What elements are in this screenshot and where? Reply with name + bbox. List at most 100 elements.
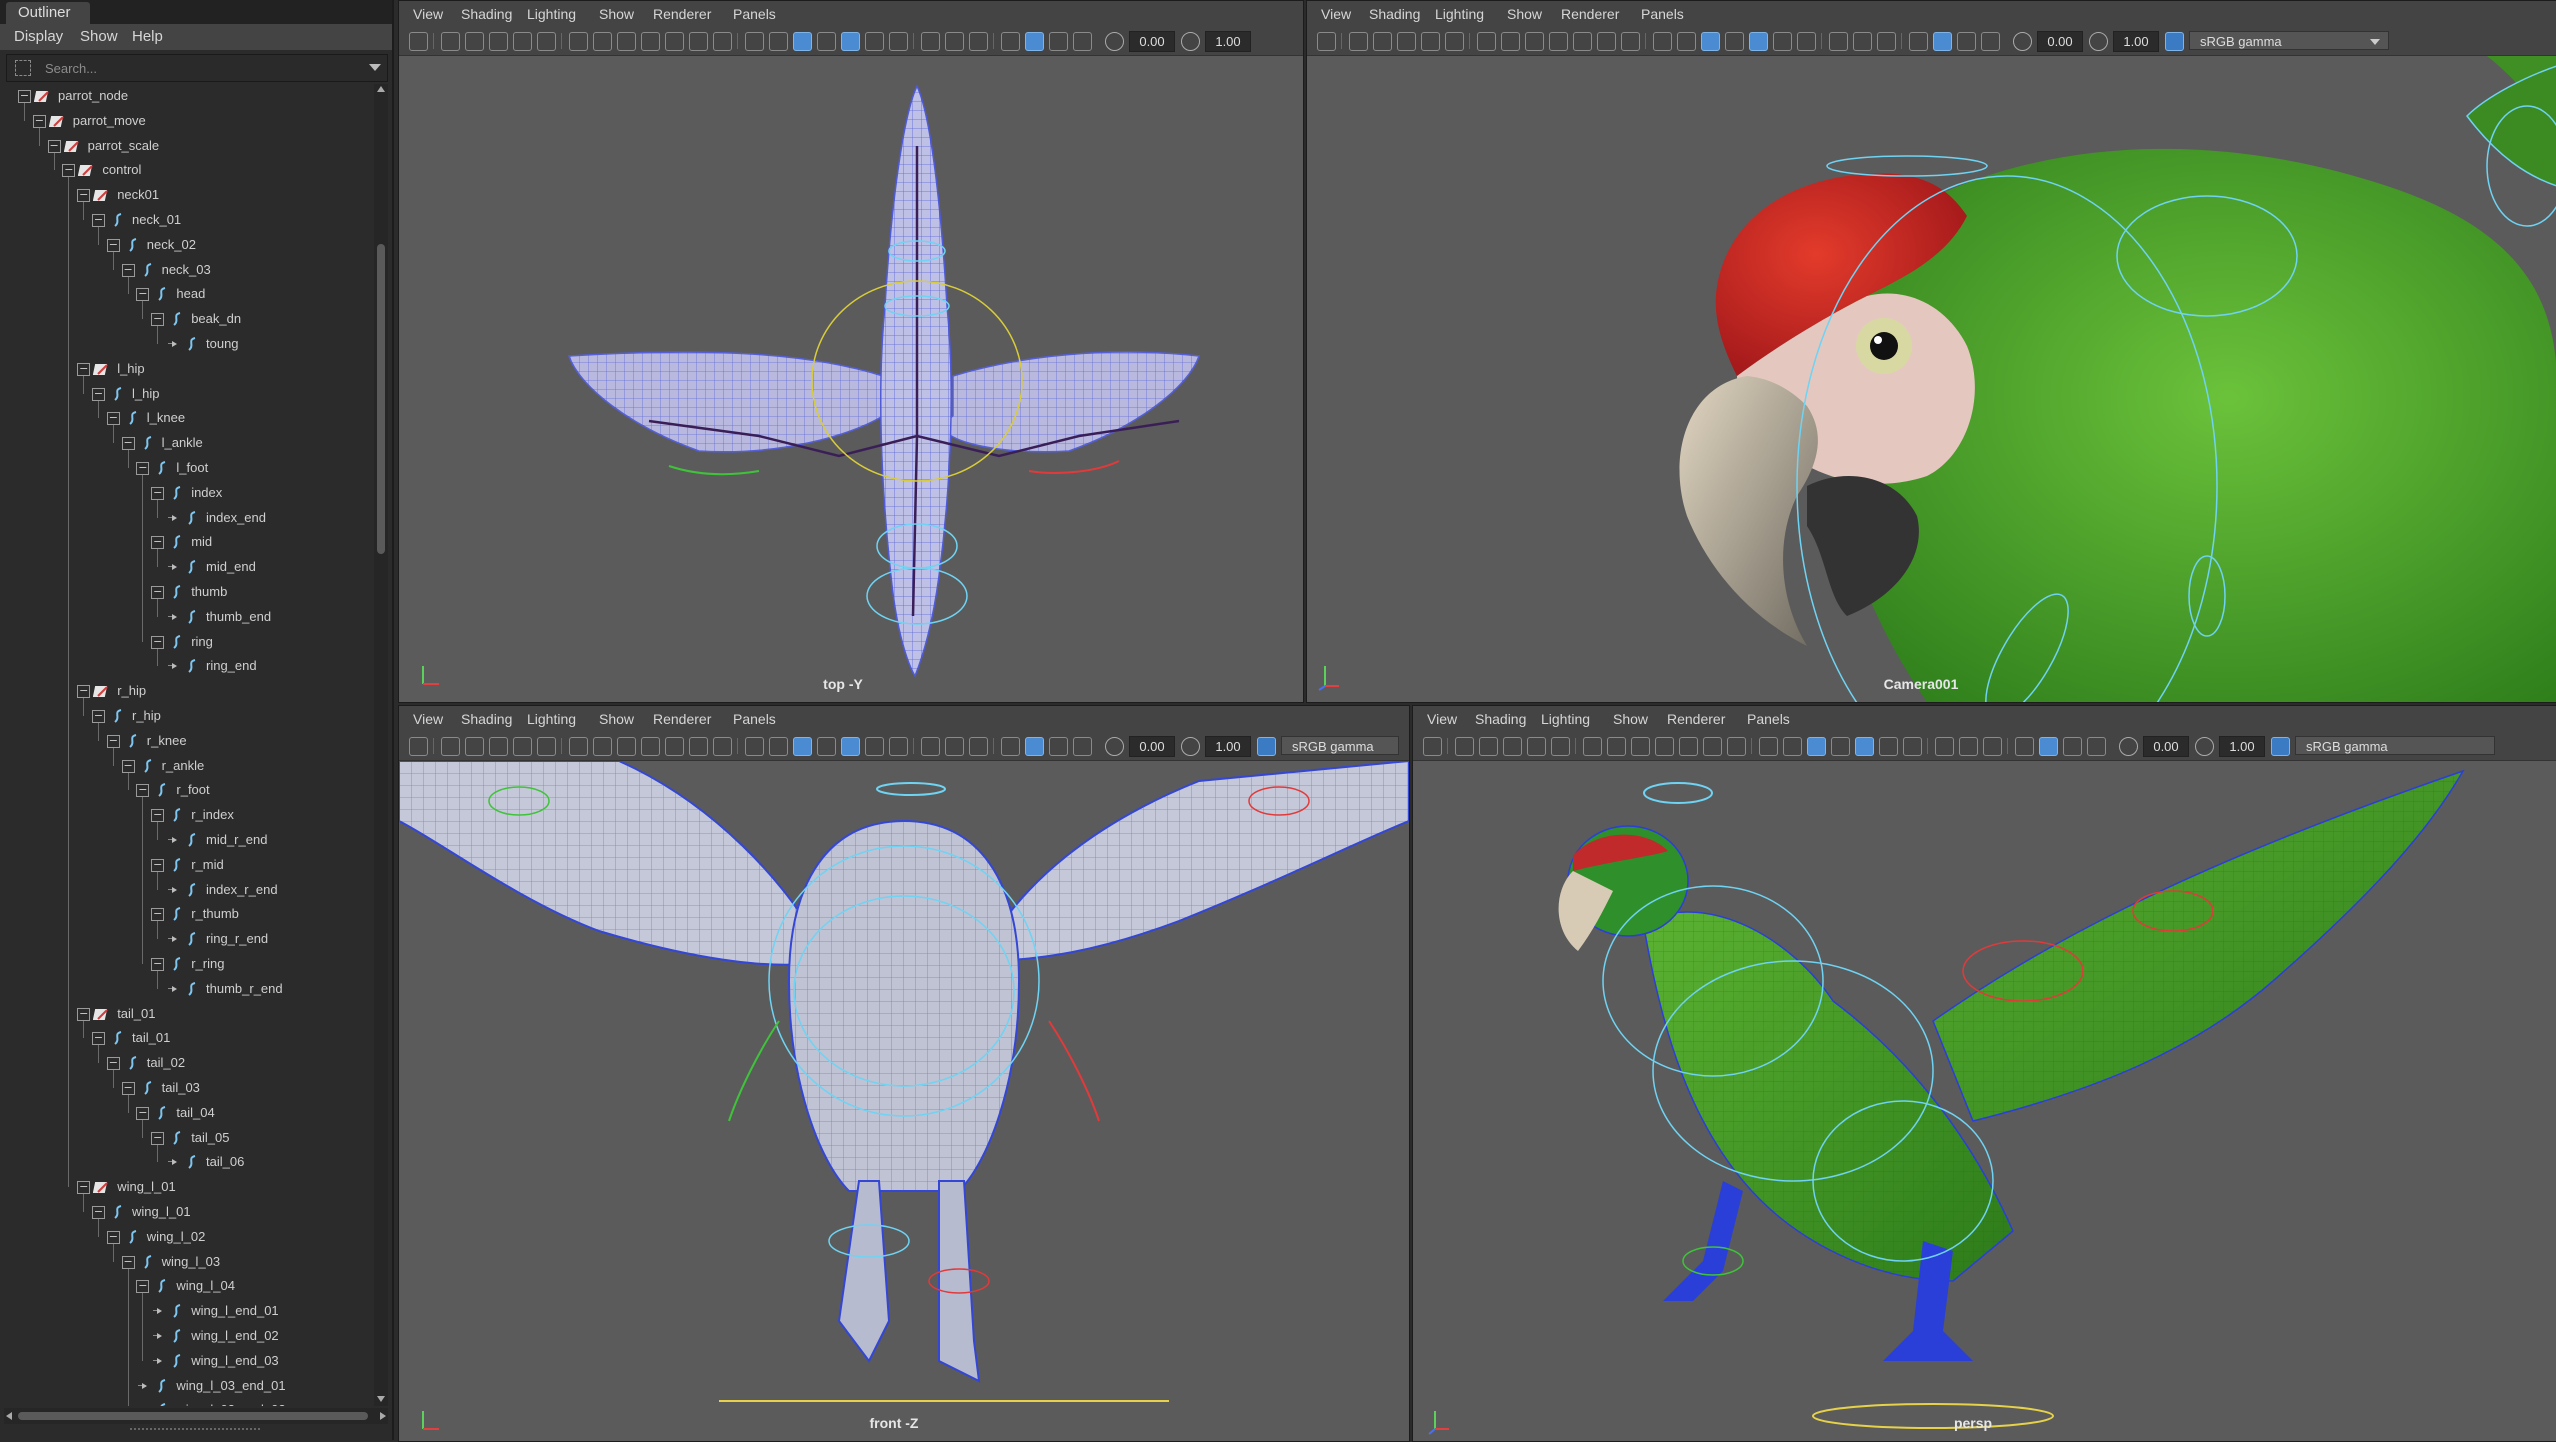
outliner-item[interactable]: index_end bbox=[4, 506, 372, 530]
default-material-icon[interactable] bbox=[793, 32, 812, 51]
menu-shading[interactable]: Shading bbox=[1369, 1, 1420, 27]
lighting-icon[interactable] bbox=[1879, 737, 1898, 756]
outliner-item[interactable]: − tail_04 bbox=[4, 1101, 372, 1125]
outliner-item[interactable]: − neck01 bbox=[4, 183, 372, 207]
scroll-left-arrow-icon[interactable] bbox=[6, 1412, 12, 1420]
screen-space-ao-icon[interactable] bbox=[1935, 737, 1954, 756]
viewport-persp[interactable]: View Shading Lighting Show Renderer Panels 0.… bbox=[1412, 705, 2556, 1442]
outliner-horizontal-scrollbar[interactable] bbox=[4, 1408, 388, 1424]
wireframe-on-shaded-icon[interactable] bbox=[817, 737, 836, 756]
expand-toggle-icon[interactable]: − bbox=[32, 114, 46, 128]
resolution-gate-icon[interactable] bbox=[1525, 32, 1544, 51]
film-gate-icon[interactable] bbox=[1501, 32, 1520, 51]
outliner-item[interactable]: − control bbox=[4, 158, 372, 182]
motion-blur-icon[interactable] bbox=[945, 737, 964, 756]
xray-components-icon[interactable] bbox=[1073, 737, 1092, 756]
panel-resize-handle[interactable] bbox=[130, 1428, 260, 1434]
expand-toggle-icon[interactable]: − bbox=[151, 486, 165, 500]
menu-panels[interactable]: Panels bbox=[1641, 1, 1684, 27]
camera-select-icon[interactable] bbox=[1423, 737, 1442, 756]
menu-view[interactable]: View bbox=[413, 706, 443, 732]
outliner-item[interactable]: − tail_01 bbox=[4, 1026, 372, 1050]
menu-renderer[interactable]: Renderer bbox=[653, 1, 711, 27]
anti-aliasing-icon[interactable] bbox=[969, 737, 988, 756]
outliner-item[interactable]: wing_l_03_end_02 bbox=[4, 1398, 372, 1406]
menu-show[interactable]: Show bbox=[599, 1, 634, 27]
gamma-icon[interactable] bbox=[1181, 32, 1200, 51]
menu-panels[interactable]: Panels bbox=[733, 706, 776, 732]
gamma-icon[interactable] bbox=[1181, 737, 1200, 756]
outliner-item[interactable]: mid_r_end bbox=[4, 828, 372, 852]
camera-attributes-icon[interactable] bbox=[1349, 32, 1368, 51]
2d-pan-zoom-icon[interactable] bbox=[1527, 737, 1546, 756]
expand-toggle-icon[interactable]: − bbox=[136, 1280, 150, 1294]
menu-show[interactable]: Show bbox=[1613, 706, 1648, 732]
gamma-field[interactable]: 1.00 bbox=[1205, 31, 1251, 52]
expand-toggle-icon[interactable]: − bbox=[92, 214, 105, 227]
menu-display[interactable]: Display bbox=[14, 24, 63, 50]
expand-toggle-icon[interactable]: − bbox=[77, 189, 91, 203]
bookmark-icon[interactable] bbox=[465, 32, 484, 51]
outliner-item[interactable]: − r_index bbox=[4, 803, 372, 827]
outliner-item[interactable]: − neck_02 bbox=[4, 233, 372, 257]
field-chart-icon[interactable] bbox=[665, 32, 684, 51]
outliner-item[interactable]: − r_ankle bbox=[4, 754, 372, 778]
expand-toggle-icon[interactable]: − bbox=[92, 710, 105, 723]
expand-toggle-icon[interactable]: − bbox=[47, 139, 61, 153]
outliner-vertical-scrollbar[interactable] bbox=[374, 84, 388, 1406]
bookmark-icon[interactable] bbox=[1373, 32, 1392, 51]
safe-action-icon[interactable] bbox=[1597, 32, 1616, 51]
exposure-field[interactable]: 0.00 bbox=[1129, 736, 1175, 757]
scrollbar-thumb[interactable] bbox=[377, 244, 385, 554]
image-plane-icon[interactable] bbox=[489, 737, 508, 756]
motion-blur-icon[interactable] bbox=[945, 32, 964, 51]
screen-space-ao-icon[interactable] bbox=[921, 737, 940, 756]
isolate-select-icon[interactable] bbox=[1909, 32, 1928, 51]
outliner-item[interactable]: − wing_l_03 bbox=[4, 1250, 372, 1274]
outliner-item[interactable]: − parrot_move bbox=[4, 109, 372, 133]
exposure-icon[interactable] bbox=[2013, 32, 2032, 51]
expand-toggle-icon[interactable]: − bbox=[77, 1181, 91, 1195]
menu-view[interactable]: View bbox=[1321, 1, 1351, 27]
outliner-item[interactable]: − index bbox=[4, 481, 372, 505]
viewport-camera001[interactable]: View Shading Lighting Show Renderer Panels 0.… bbox=[1306, 0, 2556, 703]
menu-lighting[interactable]: Lighting bbox=[527, 1, 576, 27]
xray-joints-icon[interactable] bbox=[1957, 32, 1976, 51]
outliner-item[interactable]: tail_06 bbox=[4, 1150, 372, 1174]
outliner-item[interactable]: ring_r_end bbox=[4, 927, 372, 951]
expand-toggle-icon[interactable]: − bbox=[121, 263, 135, 277]
safe-action-icon[interactable] bbox=[1703, 737, 1722, 756]
menu-panels[interactable]: Panels bbox=[1747, 706, 1790, 732]
expand-toggle-icon[interactable]: − bbox=[136, 784, 150, 798]
outliner-item[interactable]: − wing_l_02 bbox=[4, 1225, 372, 1249]
expand-toggle-icon[interactable]: − bbox=[121, 759, 135, 773]
anti-aliasing-icon[interactable] bbox=[1877, 32, 1896, 51]
color-management-icon[interactable] bbox=[2271, 737, 2290, 756]
expand-toggle-icon[interactable]: − bbox=[151, 809, 165, 823]
outliner-item[interactable]: index_r_end bbox=[4, 878, 372, 902]
outliner-item[interactable]: − r_thumb bbox=[4, 902, 372, 926]
lighting-icon[interactable] bbox=[865, 737, 884, 756]
viewport-front[interactable]: View Shading Lighting Show Renderer Panels 0.… bbox=[398, 705, 1410, 1442]
resolution-gate-icon[interactable] bbox=[1631, 737, 1650, 756]
menu-shading[interactable]: Shading bbox=[461, 706, 512, 732]
viewport-canvas[interactable]: top -Y bbox=[399, 56, 1303, 702]
smooth-shade-icon[interactable] bbox=[769, 32, 788, 51]
expand-toggle-icon[interactable]: − bbox=[77, 362, 91, 376]
wireframe-icon[interactable] bbox=[745, 32, 764, 51]
outliner-item[interactable]: − thumb bbox=[4, 580, 372, 604]
xray-joints-icon[interactable] bbox=[1049, 737, 1068, 756]
textured-icon[interactable] bbox=[841, 32, 860, 51]
outliner-tab[interactable]: Outliner bbox=[6, 2, 90, 24]
expand-toggle-icon[interactable]: − bbox=[151, 1131, 165, 1145]
xray-joints-icon[interactable] bbox=[2063, 737, 2082, 756]
motion-blur-icon[interactable] bbox=[1959, 737, 1978, 756]
exposure-icon[interactable] bbox=[1105, 32, 1124, 51]
xray-icon[interactable] bbox=[2039, 737, 2058, 756]
image-plane-icon[interactable] bbox=[489, 32, 508, 51]
film-gate-icon[interactable] bbox=[593, 737, 612, 756]
wireframe-on-shaded-icon[interactable] bbox=[817, 32, 836, 51]
expand-toggle-icon[interactable]: − bbox=[106, 412, 120, 426]
bookmark-icon[interactable] bbox=[1479, 737, 1498, 756]
expand-toggle-icon[interactable]: − bbox=[106, 1230, 120, 1244]
